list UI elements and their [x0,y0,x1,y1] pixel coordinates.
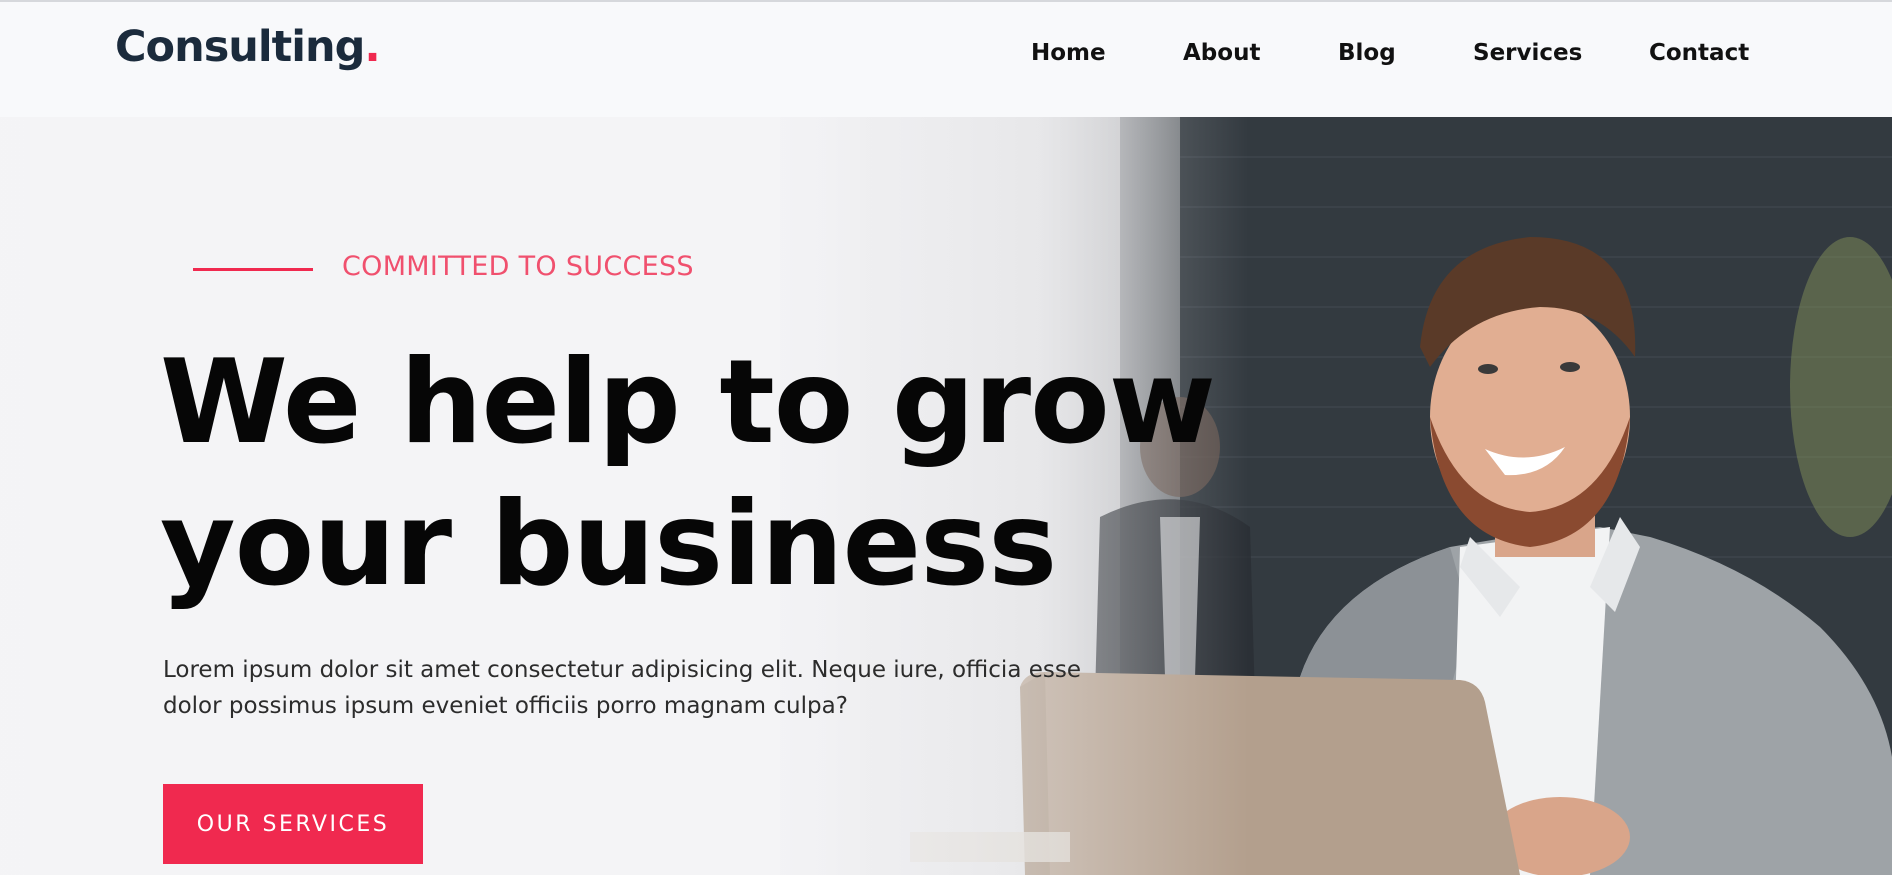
nav-blog[interactable]: Blog [1338,40,1396,66]
tagline-divider [193,268,313,271]
our-services-button[interactable]: OUR SERVICES [163,784,423,864]
hero-section: COMMITTED TO SUCCESS We help to grow you… [0,117,1892,875]
hero-tagline: COMMITTED TO SUCCESS [342,251,694,282]
headline-line-2: your business [160,477,1057,612]
hero-description: Lorem ipsum dolor sit amet consectetur a… [163,657,1081,719]
main-nav: Home About Blog Services Contact [0,40,1892,70]
nav-services[interactable]: Services [1473,40,1582,66]
hero-headline: We help to grow your business [160,332,1216,616]
nav-home[interactable]: Home [1031,40,1106,66]
headline-line-1: We help to grow [160,335,1216,470]
nav-about[interactable]: About [1183,40,1260,66]
nav-contact[interactable]: Contact [1649,40,1749,66]
site-header: Consulting. Home About Blog Services Con… [0,0,1892,117]
